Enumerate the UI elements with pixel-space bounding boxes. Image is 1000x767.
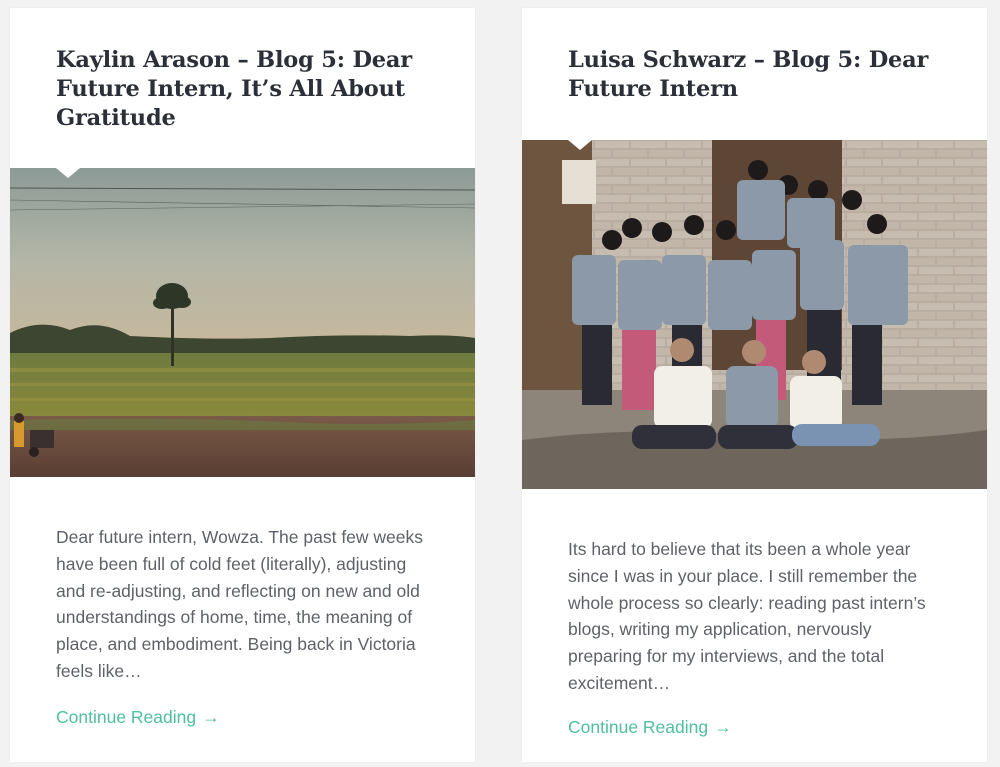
post-excerpt: Its hard to believe that its been a whol… (568, 539, 926, 693)
featured-image[interactable] (10, 168, 475, 477)
continue-reading-link[interactable]: Continue Reading → (56, 707, 220, 728)
continue-reading-label: Continue Reading (568, 717, 709, 737)
group-photo (522, 140, 987, 489)
post-excerpt: Dear future intern, Wowza. The past few … (56, 527, 424, 681)
post-title[interactable]: Luisa Schwarz – Blog 5: Dear Future Inte… (568, 46, 947, 104)
blog-card: Luisa Schwarz – Blog 5: Dear Future Inte… (522, 8, 987, 762)
featured-image[interactable] (522, 140, 987, 489)
arrow-right-icon: → (202, 707, 220, 727)
blog-card: Kaylin Arason – Blog 5: Dear Future Inte… (10, 8, 475, 762)
continue-reading-label: Continue Reading (56, 707, 197, 727)
continue-reading-link[interactable]: Continue Reading → (568, 717, 732, 738)
image-pointer (568, 140, 592, 150)
image-pointer (56, 168, 80, 178)
post-title[interactable]: Kaylin Arason – Blog 5: Dear Future Inte… (56, 46, 435, 133)
arrow-right-icon: → (714, 717, 732, 737)
landscape-photo (10, 168, 475, 477)
